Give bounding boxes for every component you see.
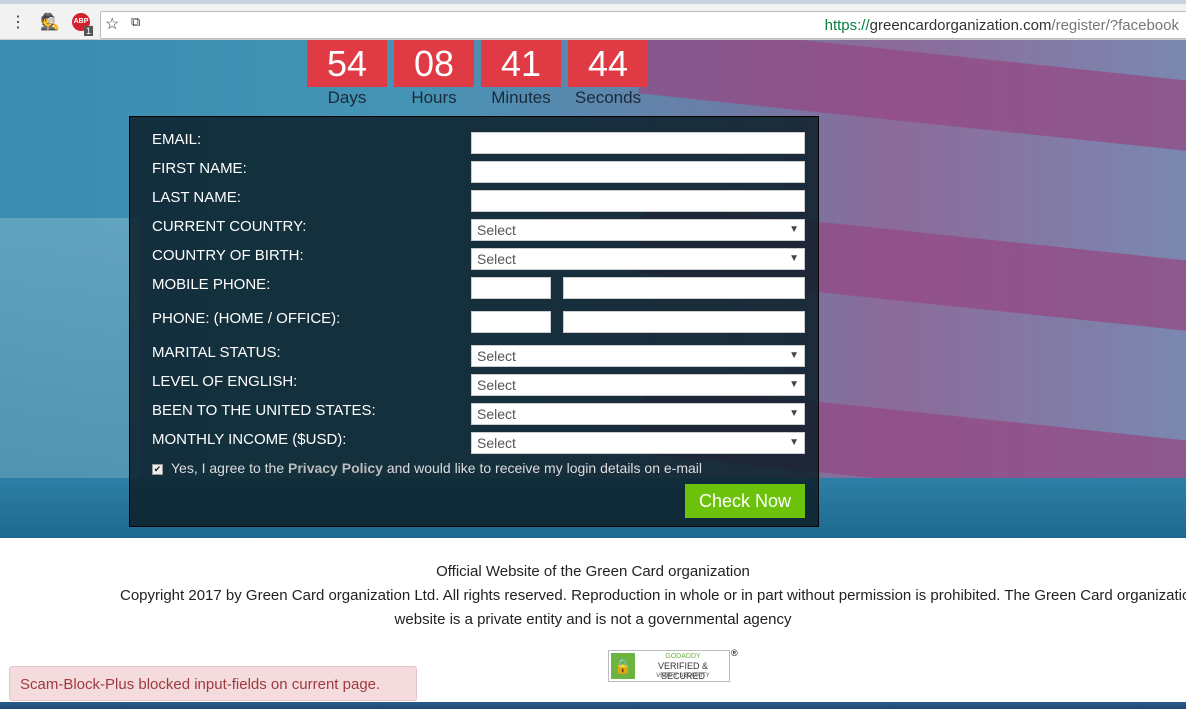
first-name-label: FIRST NAME: — [152, 160, 247, 177]
been-to-us-label: BEEN TO THE UNITED STATES: — [152, 402, 376, 419]
adblock-count: 1 — [84, 26, 94, 36]
country-of-birth-label: COUNTRY OF BIRTH: — [152, 247, 304, 264]
address-bar[interactable]: ☆ ⧉ https://greencardorganization.com/re… — [100, 11, 1186, 39]
level-english-select[interactable]: Select ▼ — [471, 374, 805, 396]
mobile-phone-number-field[interactable] — [563, 277, 805, 299]
last-name-label: LAST NAME: — [152, 189, 241, 206]
marital-status-select[interactable]: Select ▼ — [471, 345, 805, 367]
taskbar — [0, 702, 1186, 709]
monthly-income-select[interactable]: Select ▼ — [471, 432, 805, 454]
footer: Official Website of the Green Card organ… — [120, 563, 1186, 628]
menu-dots-icon[interactable]: ⋮ — [10, 12, 26, 32]
dropdown-arrow-icon: ▼ — [789, 224, 799, 235]
agree-row: ✔ Yes, I agree to the Privacy Policy and … — [152, 460, 703, 476]
scam-block-notification: Scam-Block-Plus blocked input-fields on … — [9, 666, 417, 701]
dropdown-arrow-icon: ▼ — [789, 379, 799, 390]
translate-icon[interactable]: ⧉ — [131, 14, 140, 30]
email-label: EMAIL: — [152, 131, 202, 148]
dropdown-arrow-icon: ▼ — [789, 350, 799, 361]
browser-toolbar: ⋮ 🕵 ABP 1 ☆ ⧉ https://greencardorganizat… — [0, 4, 1186, 40]
first-name-field[interactable] — [471, 161, 805, 183]
email-field[interactable] — [471, 132, 805, 154]
star-icon[interactable]: ☆ — [105, 14, 119, 34]
countdown-seconds: 44 Seconds — [568, 40, 648, 108]
registered-mark: ® — [731, 648, 738, 658]
phone-label: PHONE: (HOME / OFFICE): — [152, 310, 341, 327]
agree-checkbox[interactable]: ✔ — [152, 463, 163, 475]
last-name-field[interactable] — [471, 190, 805, 212]
dropdown-arrow-icon: ▼ — [789, 408, 799, 419]
lock-icon: 🔒 — [611, 653, 635, 679]
privacy-policy-link[interactable]: Privacy Policy — [288, 460, 383, 476]
countdown-hours: 08 Hours — [394, 40, 474, 108]
phone-code-field[interactable] — [471, 311, 551, 333]
phone-number-field[interactable] — [563, 311, 805, 333]
been-to-us-select[interactable]: Select ▼ — [471, 403, 805, 425]
monthly-income-label: MONTHLY INCOME ($USD): — [152, 431, 347, 448]
level-english-label: LEVEL OF ENGLISH: — [152, 373, 298, 390]
marital-status-label: MARITAL STATUS: — [152, 344, 281, 361]
country-of-birth-select[interactable]: Select ▼ — [471, 248, 805, 270]
mobile-phone-label: MOBILE PHONE: — [152, 276, 271, 293]
check-now-button[interactable]: Check Now — [685, 484, 805, 518]
current-country-select[interactable]: Select ▼ — [471, 219, 805, 241]
countdown-minutes: 41 Minutes — [481, 40, 561, 108]
registration-form: EMAIL: FIRST NAME: LAST NAME: CURRENT CO… — [129, 116, 819, 527]
current-country-label: CURRENT COUNTRY: — [152, 218, 307, 235]
godaddy-seal[interactable]: 🔒 GODADDY VERIFIED & SECURED VERIFY SECU… — [608, 650, 730, 682]
dropdown-arrow-icon: ▼ — [789, 437, 799, 448]
dropdown-arrow-icon: ▼ — [789, 253, 799, 264]
spy-extension-icon[interactable]: 🕵 — [40, 12, 60, 32]
url-text[interactable]: https://greencardorganization.com/regist… — [825, 17, 1179, 34]
mobile-phone-code-field[interactable] — [471, 277, 551, 299]
countdown-days: 54 Days — [307, 40, 387, 108]
